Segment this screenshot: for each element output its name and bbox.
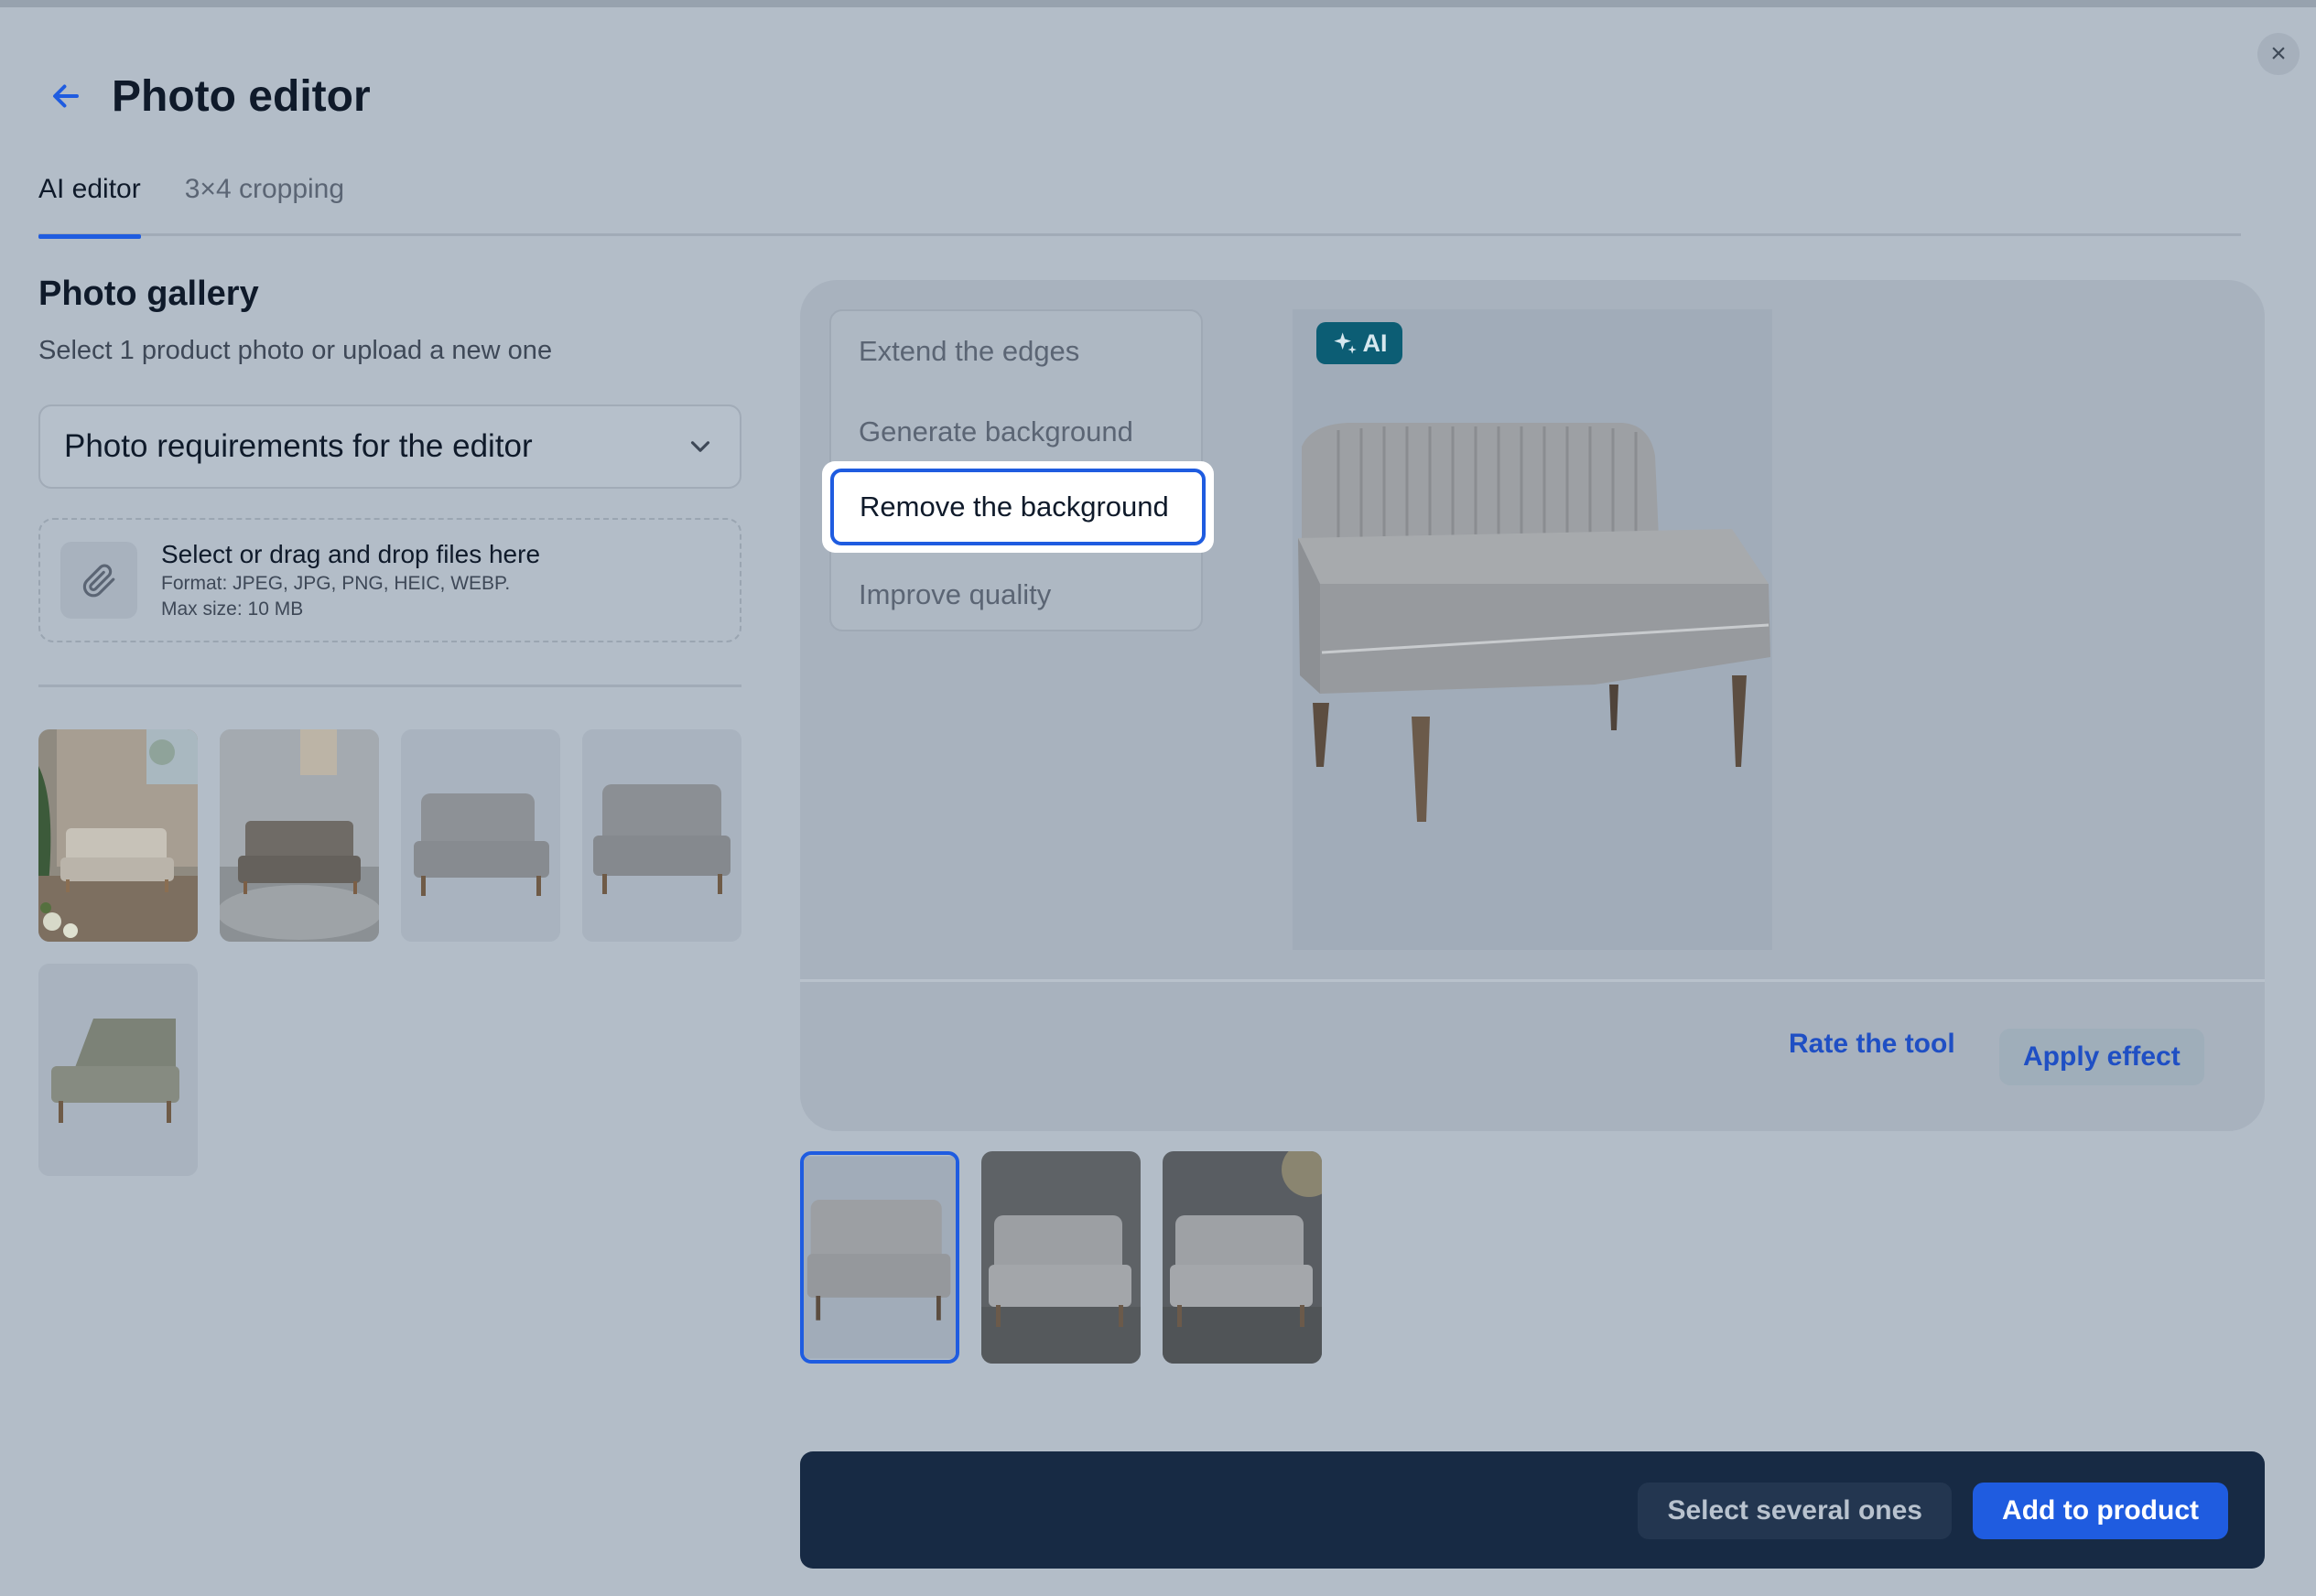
tool-list: Extend the edges Generate background Rem… [822, 309, 1214, 631]
result-variant[interactable] [981, 1151, 1141, 1364]
tool-remove-background-label: Remove the background [830, 469, 1206, 545]
preview-image: AI [1293, 309, 1772, 950]
tool-improve-quality[interactable]: Improve quality [859, 578, 1051, 611]
chevron-down-icon [690, 441, 710, 452]
tool-generate-background[interactable]: Generate background [859, 415, 1133, 448]
gallery-divider [38, 685, 741, 687]
panel-divider [800, 979, 2265, 982]
tool-remove-background[interactable]: Remove the background [822, 461, 1214, 553]
paperclip-icon [82, 564, 115, 598]
sofa-preview [1293, 309, 1772, 950]
photo-requirements-dropdown[interactable]: Photo requirements for the editor [38, 404, 741, 489]
back-button[interactable] [38, 69, 93, 124]
back-arrow-icon [53, 84, 79, 108]
tool-extend-edges[interactable]: Extend the edges [859, 335, 1079, 368]
sofa-room-photo [38, 729, 198, 942]
tab-3x4-cropping[interactable]: 3×4 cropping [185, 174, 344, 236]
gallery-subtitle: Select 1 product photo or upload a new o… [38, 336, 553, 365]
gallery-thumbnail[interactable] [220, 729, 379, 942]
variant-dark-bg [981, 1151, 1141, 1364]
gallery-thumbnail[interactable] [38, 729, 198, 942]
page-title: Photo editor [112, 71, 371, 121]
result-variant[interactable] [800, 1151, 959, 1364]
tab-bar: AI editor 3×4 cropping [38, 174, 2241, 239]
footer-action-bar: Select several ones Add to product [800, 1451, 2265, 1569]
ai-badge-label: AI [1362, 329, 1388, 357]
gallery-thumbnail[interactable] [401, 729, 560, 942]
gallery-thumbnail[interactable] [38, 964, 198, 1176]
sofa-living-room-photo [220, 729, 379, 942]
upload-attach-button[interactable] [60, 542, 137, 619]
gallery-thumbnail[interactable] [582, 729, 741, 942]
ai-badge: AI [1316, 322, 1402, 364]
header: Photo editor [38, 64, 371, 128]
upload-instruction: Select or drag and drop files here [161, 540, 541, 568]
photo-requirements-label: Photo requirements for the editor [64, 428, 533, 464]
close-button[interactable]: × [2257, 33, 2300, 75]
gallery-thumbnails [38, 729, 741, 1176]
sofa-plain-photo [401, 729, 560, 942]
variant-removed-bg [804, 1156, 956, 1359]
rate-tool-button[interactable]: Rate the tool [1789, 1029, 1955, 1060]
upload-text: Select or drag and drop files here Forma… [161, 540, 540, 620]
select-several-button[interactable]: Select several ones [1638, 1483, 1952, 1539]
tab-ai-editor[interactable]: AI editor [38, 174, 141, 239]
photo-gallery: Photo gallery Select 1 product photo or … [38, 275, 741, 1176]
gallery-title: Photo gallery [38, 275, 259, 313]
upload-max-size: Max size: 10 MB [161, 598, 304, 620]
apply-effect-button[interactable]: Apply effect [1999, 1029, 2204, 1085]
sofa-front-photo [582, 729, 741, 942]
close-icon: × [2270, 38, 2287, 69]
top-divider [0, 0, 2316, 7]
sparkle-icon [1333, 332, 1357, 354]
file-upload-dropzone[interactable]: Select or drag and drop files here Forma… [38, 518, 741, 642]
variant-lit-bg [1163, 1151, 1322, 1364]
sofa-back-photo [38, 964, 198, 1176]
result-variants [800, 1151, 1344, 1364]
result-variant[interactable] [1163, 1151, 1322, 1364]
upload-formats: Format: JPEG, JPG, PNG, HEIC, WEBP. [161, 573, 511, 594]
add-to-product-button[interactable]: Add to product [1973, 1483, 2228, 1539]
ai-editor-panel: Extend the edges Generate background Rem… [800, 280, 2265, 1131]
